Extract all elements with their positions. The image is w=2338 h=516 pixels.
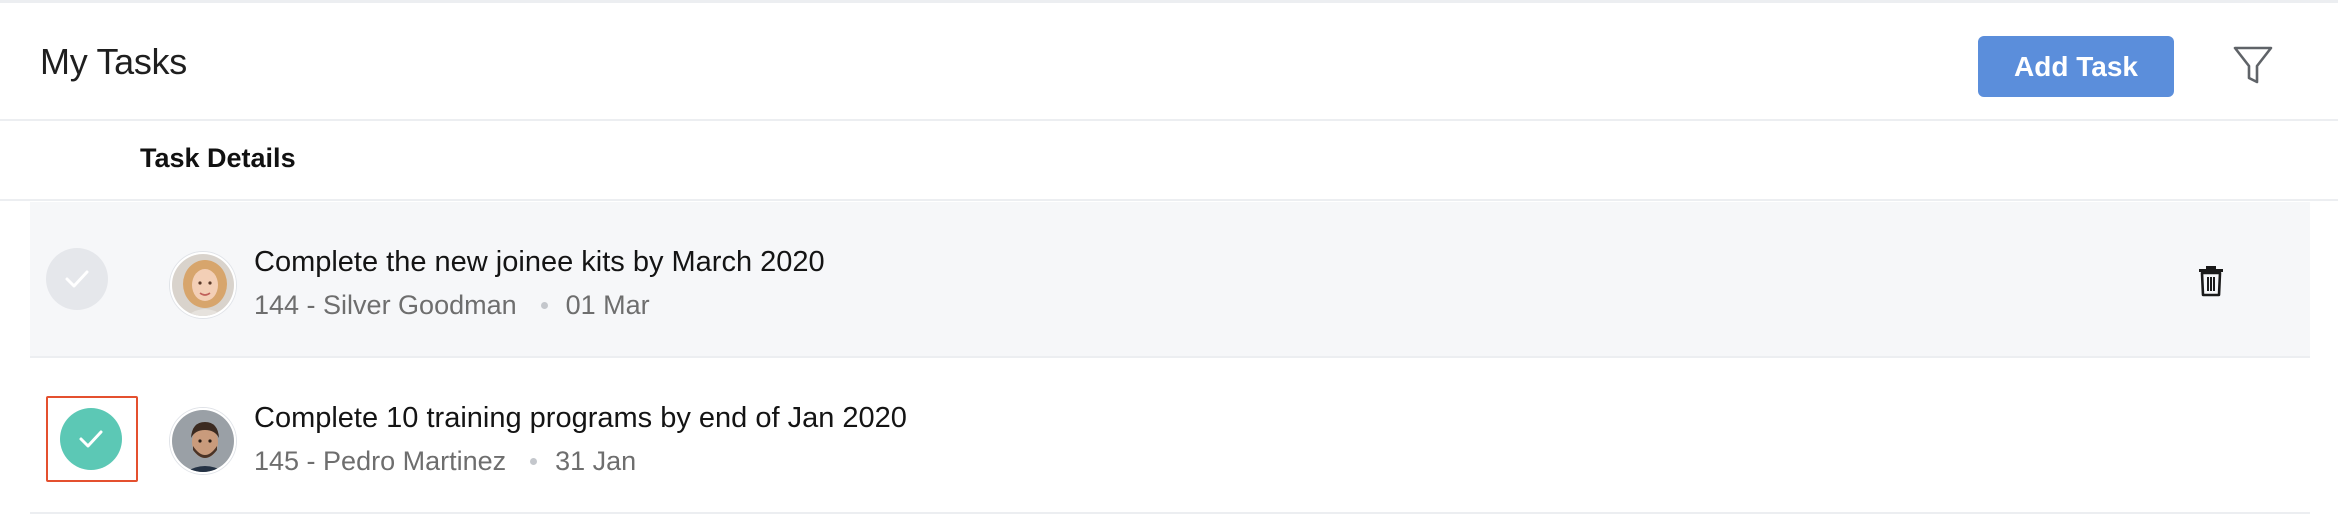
task-title[interactable]: Complete the new joinee kits by March 20… bbox=[254, 246, 825, 279]
task-meta: 145 - Pedro Martinez 31 Jan bbox=[254, 446, 636, 477]
task-date: 31 Jan bbox=[555, 446, 637, 476]
separator-dot bbox=[530, 458, 538, 465]
avatar-woman-icon bbox=[172, 254, 234, 316]
task-row: Complete the new joinee kits by March 20… bbox=[30, 202, 2310, 358]
task-complete-checkbox[interactable] bbox=[46, 248, 108, 310]
task-row: Complete 10 training programs by end of … bbox=[30, 358, 2310, 514]
page: My Tasks Add Task Task Details Complete … bbox=[0, 0, 2338, 516]
task-complete-checkbox[interactable] bbox=[60, 408, 122, 470]
delete-task-button[interactable] bbox=[2196, 264, 2226, 298]
task-assignee: 144 - Silver Goodman bbox=[254, 290, 517, 320]
filter-button[interactable] bbox=[2228, 41, 2278, 91]
header: My Tasks Add Task bbox=[0, 3, 2338, 121]
separator-dot bbox=[540, 302, 548, 309]
trash-icon bbox=[2199, 266, 2223, 297]
page-title: My Tasks bbox=[40, 41, 187, 82]
avatar bbox=[170, 408, 236, 474]
avatar-man-icon bbox=[172, 410, 234, 472]
avatar bbox=[170, 252, 236, 318]
filter-icon bbox=[2233, 46, 2273, 83]
add-task-button[interactable]: Add Task bbox=[1978, 36, 2174, 97]
column-header-row: Task Details bbox=[0, 123, 2338, 201]
checkmark-icon bbox=[65, 270, 89, 288]
task-title[interactable]: Complete 10 training programs by end of … bbox=[254, 402, 907, 435]
task-assignee: 145 - Pedro Martinez bbox=[254, 446, 507, 476]
column-header-task-details: Task Details bbox=[140, 143, 296, 173]
checkmark-icon bbox=[79, 430, 103, 448]
task-date: 01 Mar bbox=[565, 290, 650, 320]
task-meta: 144 - Silver Goodman 01 Mar bbox=[254, 290, 650, 321]
